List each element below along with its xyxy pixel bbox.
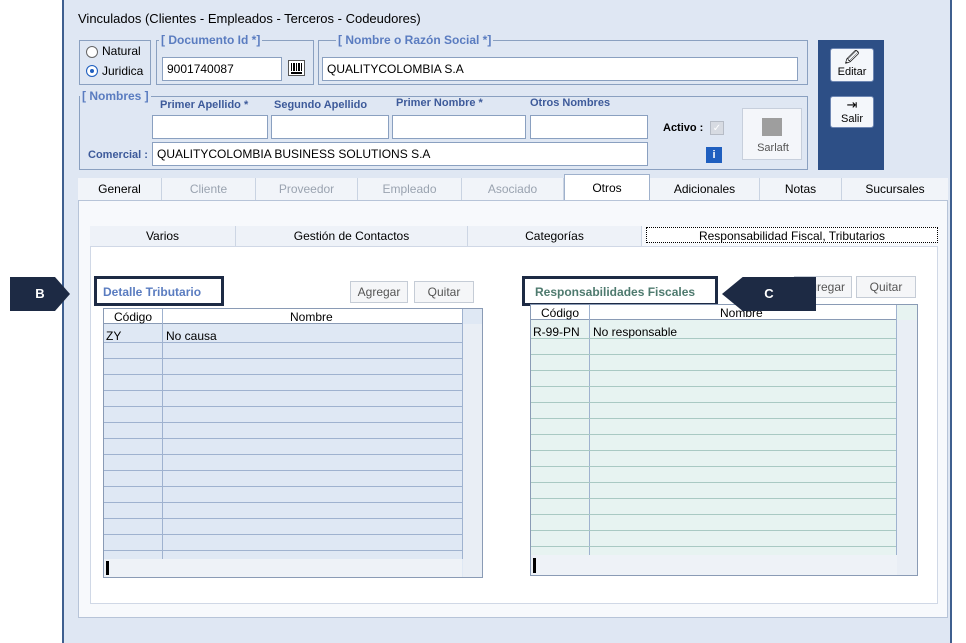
grid-line	[104, 358, 462, 359]
activo-checkbox[interactable]: ✓	[710, 121, 724, 135]
detalle-row-codigo: ZY	[106, 329, 122, 343]
primer-nombre-input[interactable]	[392, 115, 526, 139]
grid-line	[531, 370, 896, 371]
grid-line	[104, 406, 462, 407]
detalle-header-nombre: Nombre	[290, 310, 333, 324]
comercial-input[interactable]: QUALITYCOLOMBIA BUSINESS SOLUTIONS S.A	[152, 142, 648, 166]
detalle-grid[interactable]	[103, 308, 483, 578]
detalle-scrollbar[interactable]	[463, 324, 482, 577]
segundo-apellido-label: Segundo Apellido	[274, 99, 368, 111]
subtab-responsabilidad-fiscal[interactable]: Responsabilidad Fiscal, Tributarios	[646, 227, 938, 243]
grid-line	[531, 546, 896, 547]
callout-b: B	[10, 277, 70, 311]
detalle-remove-button[interactable]: Quitar	[414, 281, 474, 303]
window-title: Vinculados (Clientes - Empleados - Terce…	[78, 11, 421, 26]
responsabilidades-row-codigo: R-99-PN	[533, 325, 580, 339]
grid-line	[531, 466, 896, 467]
documento-legend: [ Documento Id *]	[159, 33, 263, 47]
detalle-grid-header	[104, 309, 462, 324]
tab-sucursales[interactable]: Sucursales	[842, 178, 948, 200]
grid-line	[531, 450, 896, 451]
grid-line	[104, 534, 462, 535]
responsabilidades-scrollbar[interactable]	[897, 320, 917, 575]
tab-adicionales[interactable]: Adicionales	[650, 178, 760, 200]
grid-line	[104, 454, 462, 455]
subtab-categorias[interactable]: Categorías	[468, 226, 642, 246]
otros-nombres-input[interactable]	[530, 115, 648, 139]
grid-line	[531, 434, 896, 435]
grid-line	[104, 486, 462, 487]
primer-apellido-input[interactable]	[152, 115, 268, 139]
edit-label: Editar	[837, 66, 867, 78]
comercial-label: Comercial :	[88, 149, 148, 161]
edit-button[interactable]: 🖉 Editar	[830, 48, 874, 82]
tab-asociado[interactable]: Asociado	[462, 178, 564, 200]
detalle-row-nombre: No causa	[166, 329, 217, 343]
detalle-title: Detalle Tributario	[103, 285, 202, 299]
sarlaft-button[interactable]: Sarlaft	[742, 108, 802, 160]
responsabilidades-header-codigo: Código	[541, 306, 580, 320]
grid-line	[531, 418, 896, 419]
grid-line	[531, 514, 896, 515]
detalle-add-button[interactable]: Agregar	[350, 281, 408, 303]
documento-input[interactable]: 9001740087	[162, 57, 282, 81]
grid-line	[104, 438, 462, 439]
subtab-gestion-contactos[interactable]: Gestión de Contactos	[236, 226, 468, 246]
responsabilidades-cursor	[533, 558, 536, 573]
detalle-col-divider	[162, 309, 163, 559]
grid-line	[104, 518, 462, 519]
sarlaft-icon	[762, 118, 782, 136]
tab-general[interactable]: General	[78, 178, 162, 200]
subtab-varios[interactable]: Varios	[90, 226, 236, 246]
barcode-icon[interactable]	[288, 60, 305, 76]
razon-social-input[interactable]: QUALITYCOLOMBIA S.A	[322, 57, 798, 81]
exit-label: Salir	[840, 113, 863, 125]
tab-empleado[interactable]: Empleado	[358, 178, 462, 200]
detalle-hscroll[interactable]	[104, 559, 462, 577]
responsabilidades-row-nombre: No responsable	[593, 325, 678, 339]
grid-line	[531, 386, 896, 387]
grid-line	[531, 354, 896, 355]
edit-icon: 🖉	[844, 49, 860, 65]
responsabilidades-title: Responsabilidades Fiscales	[535, 285, 696, 299]
tab-cliente[interactable]: Cliente	[162, 178, 256, 200]
exit-button[interactable]: ⇥ Salir	[830, 96, 874, 128]
responsabilidades-hscroll[interactable]	[531, 555, 897, 575]
natural-label: Natural	[102, 44, 141, 58]
tab-proveedor[interactable]: Proveedor	[256, 178, 358, 200]
grid-line	[531, 530, 896, 531]
razon-social-legend: [ Nombre o Razón Social *]	[336, 33, 494, 47]
activo-label: Activo :	[663, 122, 704, 134]
grid-line	[104, 390, 462, 391]
grid-line	[531, 402, 896, 403]
otros-nombres-label: Otros Nombres	[530, 97, 611, 109]
tab-notas[interactable]: Notas	[760, 178, 842, 200]
grid-line	[104, 374, 462, 375]
nombres-legend: [ Nombres ]	[80, 89, 151, 103]
info-icon[interactable]: i	[706, 147, 722, 163]
grid-line	[104, 502, 462, 503]
tab-otros[interactable]: Otros	[564, 174, 650, 200]
grid-line	[104, 550, 462, 551]
grid-line	[104, 342, 462, 343]
detalle-cursor	[106, 561, 109, 575]
responsabilidades-remove-button[interactable]: Quitar	[856, 276, 916, 298]
grid-line	[104, 422, 462, 423]
responsabilidades-grid-header	[531, 305, 897, 320]
primer-apellido-label: Primer Apellido *	[160, 99, 249, 111]
grid-line	[104, 470, 462, 471]
natural-radio[interactable]	[86, 46, 98, 58]
juridica-radio[interactable]	[86, 65, 98, 77]
detalle-header-codigo: Código	[114, 310, 153, 324]
exit-icon: ⇥	[846, 97, 858, 112]
sarlaft-label: Sarlaft	[757, 142, 789, 154]
juridica-label: Juridica	[102, 64, 144, 78]
primer-nombre-label: Primer Nombre *	[396, 97, 483, 109]
grid-line	[531, 498, 896, 499]
responsabilidades-col-divider	[589, 305, 590, 555]
grid-line	[531, 482, 896, 483]
segundo-apellido-input[interactable]	[271, 115, 389, 139]
grid-line	[531, 338, 896, 339]
